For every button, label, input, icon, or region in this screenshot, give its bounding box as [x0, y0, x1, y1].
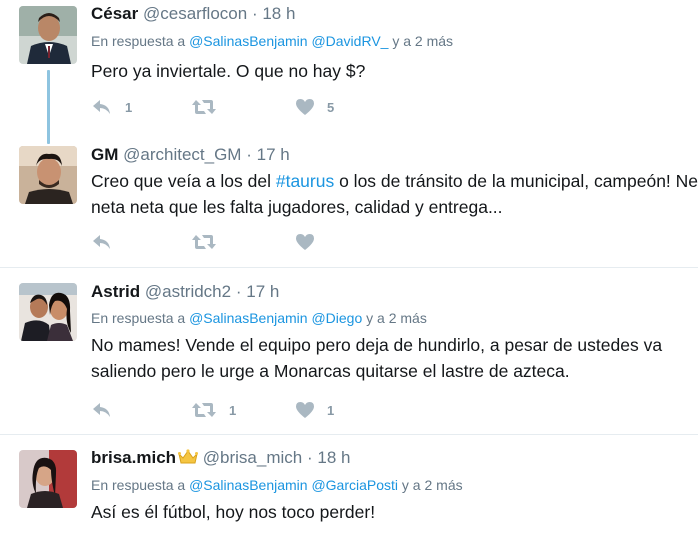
like-button[interactable]	[295, 231, 315, 253]
retweet-icon	[192, 100, 216, 114]
heart-icon	[296, 234, 314, 250]
user-handle[interactable]: @architect_GM	[123, 145, 241, 164]
tweet-text-line: Pero ya inviertale. O que no hay $?	[91, 61, 366, 81]
separator-dot: ·	[306, 448, 313, 467]
reply-context: En respuesta a @SalinasBenjamin @GarciaP…	[91, 476, 463, 494]
tweet-text: No mames! Vende el equipo pero deja de h…	[91, 332, 662, 384]
reply-icon	[93, 235, 110, 249]
crown-icon	[178, 449, 199, 470]
tweet-cesar[interactable]: César @cesarflocon · 18 h En respuesta a…	[0, 0, 698, 144]
like-count: 1	[327, 402, 335, 418]
reply-count: 1	[125, 99, 133, 115]
retweet-count: 1	[229, 402, 237, 418]
user-handle[interactable]: @astridch2	[145, 282, 231, 301]
like-button[interactable]: 1	[295, 399, 334, 421]
avatar-cesar[interactable]	[19, 6, 77, 64]
reply-context: En respuesta a @SalinasBenjamin @DavidRV…	[91, 32, 453, 50]
reply-context: En respuesta a @SalinasBenjamin @Diego y…	[91, 309, 427, 327]
user-name[interactable]: Astrid	[91, 282, 140, 301]
like-button[interactable]: 5	[295, 96, 334, 118]
tweet-header: Astrid @astridch2 · 17 h	[91, 282, 279, 302]
user-handle[interactable]: @cesarflocon	[143, 4, 247, 23]
tweet-header: César @cesarflocon · 18 h	[91, 4, 295, 24]
tweet-header: GM @architect_GM · 17 h	[91, 145, 290, 165]
reply-more-link[interactable]: y a 2 más	[366, 310, 427, 326]
avatar-astrid[interactable]	[19, 283, 77, 341]
reply-more-link[interactable]: y a 2 más	[392, 33, 453, 49]
like-count: 5	[327, 99, 335, 115]
separator-dot: ·	[235, 282, 242, 301]
mention-link[interactable]: @DavidRV_	[311, 33, 388, 49]
tweet-brisa[interactable]: brisa.mich @brisa_mich · 18 h En respues…	[0, 435, 698, 538]
mention-link[interactable]: @Diego	[311, 310, 362, 326]
tweet-header: brisa.mich @brisa_mich · 18 h	[91, 448, 350, 470]
reply-more-link[interactable]: y a 2 más	[402, 477, 463, 493]
reply-icon	[93, 403, 110, 417]
mention-link[interactable]: @SalinasBenjamin	[189, 33, 308, 49]
hashtag-link[interactable]: #taurus	[276, 171, 334, 191]
tweet-text-line: saliendo pero le urge a Monarcas quitars…	[91, 361, 570, 381]
tweet-text-line: Creo que veía a los del #taurus o los de…	[91, 168, 698, 194]
tweet-text-segment: o los de tránsito de la municipal, campe…	[334, 171, 698, 191]
tweet-actions: 1 1	[91, 399, 391, 421]
tweet-text-line: neta neta que les falta jugadores, calid…	[91, 197, 503, 217]
user-handle[interactable]: @brisa_mich	[203, 448, 302, 467]
reply-prefix: En respuesta a	[91, 33, 186, 49]
reply-button[interactable]	[91, 231, 113, 253]
reply-button[interactable]	[91, 399, 113, 421]
heart-icon	[296, 402, 314, 418]
separator-dot: ·	[246, 145, 252, 164]
tweet-astrid[interactable]: Astrid @astridch2 · 17 h En respuesta a …	[0, 268, 698, 434]
retweet-icon	[192, 235, 216, 249]
timestamp[interactable]: 18 h	[317, 448, 350, 467]
tweet-text: Así es él fútbol, hoy nos toco perder!	[91, 499, 375, 525]
reply-prefix: En respuesta a	[91, 310, 186, 326]
retweet-button[interactable]: 1	[191, 399, 236, 421]
user-name[interactable]: GM	[91, 145, 118, 164]
avatar-gm[interactable]	[19, 146, 77, 204]
reply-button[interactable]: 1	[91, 96, 132, 118]
tweet-text: Creo que veía a los del #taurus o los de…	[91, 168, 698, 220]
reply-prefix: En respuesta a	[91, 477, 186, 493]
avatar-brisa[interactable]	[19, 450, 77, 508]
retweet-button[interactable]	[191, 231, 217, 253]
user-name[interactable]: César	[91, 4, 138, 23]
mention-link[interactable]: @SalinasBenjamin	[189, 310, 308, 326]
retweet-icon	[192, 403, 216, 417]
tweet-text: Pero ya inviertale. O que no hay $?	[91, 58, 365, 84]
retweet-button[interactable]	[191, 96, 217, 118]
tweet-text-line: Así es él fútbol, hoy nos toco perder!	[91, 502, 376, 522]
tweet-actions	[91, 231, 391, 253]
mention-link[interactable]: @SalinasBenjamin	[189, 477, 308, 493]
tweet-gm[interactable]: GM @architect_GM · 17 h Creo que veía a …	[0, 130, 698, 267]
heart-icon	[296, 99, 314, 115]
timestamp[interactable]: 17 h	[246, 282, 279, 301]
timestamp[interactable]: 17 h	[257, 145, 290, 164]
separator-dot: ·	[251, 4, 258, 23]
reply-icon	[93, 100, 110, 114]
tweet-text-line: No mames! Vende el equipo pero deja de h…	[91, 335, 663, 355]
tweet-actions: 1 5	[91, 96, 391, 118]
timestamp[interactable]: 18 h	[262, 4, 295, 23]
mention-link[interactable]: @GarciaPosti	[311, 477, 398, 493]
user-name[interactable]: brisa.mich	[91, 448, 176, 467]
tweet-text-segment: Creo que veía a los del	[91, 171, 276, 191]
